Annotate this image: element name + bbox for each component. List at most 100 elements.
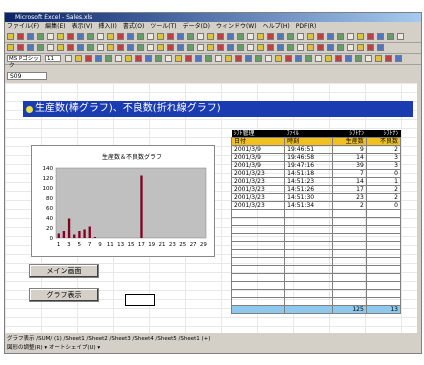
table-cell[interactable]: 14 <box>331 153 367 162</box>
table-cell[interactable] <box>365 281 402 290</box>
table-cell[interactable] <box>230 233 286 242</box>
toolbar-button-icon[interactable] <box>157 33 164 40</box>
toolbar-button-icon[interactable] <box>265 55 272 62</box>
toolbar-button-icon[interactable] <box>197 33 204 40</box>
toolbar-button-icon[interactable] <box>67 44 74 51</box>
table-cell[interactable] <box>331 217 367 226</box>
table-cell[interactable]: 14:51:18 <box>284 169 333 178</box>
toolbar-button-icon[interactable] <box>295 55 302 62</box>
graph-view-button[interactable]: グラフ表示 <box>29 288 99 302</box>
toolbar-button-icon[interactable] <box>297 33 304 40</box>
toolbar-button-icon[interactable] <box>227 44 234 51</box>
toolbar-button-icon[interactable] <box>225 55 232 62</box>
toolbar-button-icon[interactable] <box>147 33 154 40</box>
toolbar-button-icon[interactable] <box>257 33 264 40</box>
menu-item-6[interactable]: データ(D) <box>183 23 210 30</box>
menu-item-7[interactable]: ウィンドウ(W) <box>216 23 257 30</box>
table-cell[interactable]: 14:51:26 <box>284 185 333 194</box>
toolbar-button-icon[interactable] <box>345 55 352 62</box>
toolbar-button-icon[interactable] <box>27 33 34 40</box>
toolbar-button-icon[interactable] <box>277 44 284 51</box>
table-cell[interactable]: 2 <box>365 193 402 202</box>
table-cell[interactable]: 0 <box>365 201 402 210</box>
toolbar-button-icon[interactable] <box>87 33 94 40</box>
menu-item-8[interactable]: ヘルプ(H) <box>263 23 290 30</box>
table-cell[interactable] <box>365 225 402 234</box>
toolbar-button-icon[interactable] <box>377 44 384 51</box>
table-cell[interactable] <box>284 281 333 290</box>
toolbar-button-icon[interactable] <box>127 33 134 40</box>
toolbar-button-icon[interactable] <box>325 55 332 62</box>
toolbar-button-icon[interactable] <box>287 33 294 40</box>
table-cell[interactable]: 2001/3/23 <box>230 193 286 202</box>
table-cell[interactable] <box>365 217 402 226</box>
toolbar-button-icon[interactable] <box>47 33 54 40</box>
table-cell[interactable] <box>331 241 367 250</box>
table-cell[interactable] <box>230 281 286 290</box>
table-cell[interactable] <box>230 265 286 274</box>
toolbar-button-icon[interactable] <box>397 33 404 40</box>
toolbar-button-icon[interactable] <box>367 33 374 40</box>
toolbar-button-icon[interactable] <box>387 33 394 40</box>
toolbar-button-icon[interactable] <box>97 44 104 51</box>
table-cell[interactable] <box>365 209 402 218</box>
toolbar-button-icon[interactable] <box>57 33 64 40</box>
toolbar-button-icon[interactable] <box>285 55 292 62</box>
toolbar-button-icon[interactable] <box>177 33 184 40</box>
toolbar-button-icon[interactable] <box>367 44 374 51</box>
toolbar-button-icon[interactable] <box>187 33 194 40</box>
toolbar-button-icon[interactable] <box>75 55 82 62</box>
main-screen-button[interactable]: メイン画面 <box>29 264 99 278</box>
toolbar-button-icon[interactable] <box>237 44 244 51</box>
font-size-select[interactable]: 11 <box>45 55 61 62</box>
toolbar-button-icon[interactable] <box>277 33 284 40</box>
table-cell[interactable] <box>365 257 402 266</box>
toolbar-button-icon[interactable] <box>115 55 122 62</box>
toolbar-button-icon[interactable] <box>327 33 334 40</box>
toolbar-button-icon[interactable] <box>37 44 44 51</box>
table-cell[interactable] <box>230 249 286 258</box>
table-cell[interactable] <box>230 297 286 306</box>
toolbar-button-icon[interactable] <box>107 44 114 51</box>
toolbar-button-icon[interactable] <box>205 55 212 62</box>
table-cell[interactable] <box>331 257 367 266</box>
table-cell[interactable]: 2001/3/23 <box>230 185 286 194</box>
toolbar-button-icon[interactable] <box>125 55 132 62</box>
table-cell[interactable] <box>230 257 286 266</box>
toolbar-button-icon[interactable] <box>195 55 202 62</box>
table-cell[interactable]: ｼﾌﾄ管理 <box>231 130 285 138</box>
toolbar-button-icon[interactable] <box>167 33 174 40</box>
toolbar-button-icon[interactable] <box>237 33 244 40</box>
table-cell[interactable] <box>284 273 333 282</box>
table-cell[interactable]: 14:51:30 <box>284 193 333 202</box>
toolbar-button-icon[interactable] <box>135 55 142 62</box>
toolbar-button-icon[interactable] <box>267 44 274 51</box>
menu-item-4[interactable]: 書式(O) <box>123 23 144 30</box>
table-cell[interactable] <box>365 241 402 250</box>
table-cell[interactable] <box>331 225 367 234</box>
table-cell[interactable]: 2 <box>365 145 402 154</box>
table-cell[interactable]: 2001/3/23 <box>230 169 286 178</box>
toolbar-button-icon[interactable] <box>187 44 194 51</box>
table-cell[interactable] <box>365 273 402 282</box>
toolbar-button-icon[interactable] <box>355 55 362 62</box>
toolbar-button-icon[interactable] <box>337 44 344 51</box>
table-cell[interactable]: 9 <box>331 145 367 154</box>
toolbar-button-icon[interactable] <box>77 44 84 51</box>
table-cell[interactable] <box>331 281 367 290</box>
table-cell[interactable] <box>284 209 333 218</box>
toolbar-button-icon[interactable] <box>87 44 94 51</box>
toolbar-button-icon[interactable] <box>67 33 74 40</box>
table-cell[interactable]: 0 <box>365 169 402 178</box>
toolbar-button-icon[interactable] <box>315 55 322 62</box>
toolbar-button-icon[interactable] <box>97 33 104 40</box>
table-cell[interactable] <box>331 289 367 298</box>
table-cell[interactable] <box>284 249 333 258</box>
toolbar-button-icon[interactable] <box>177 44 184 51</box>
table-cell[interactable] <box>331 233 367 242</box>
table-cell[interactable]: 17 <box>331 185 367 194</box>
toolbar-button-icon[interactable] <box>337 33 344 40</box>
table-cell[interactable]: ｼﾌﾄﾅﾝ <box>332 130 367 138</box>
toolbar-button-icon[interactable] <box>105 55 112 62</box>
table-cell[interactable] <box>284 297 333 306</box>
